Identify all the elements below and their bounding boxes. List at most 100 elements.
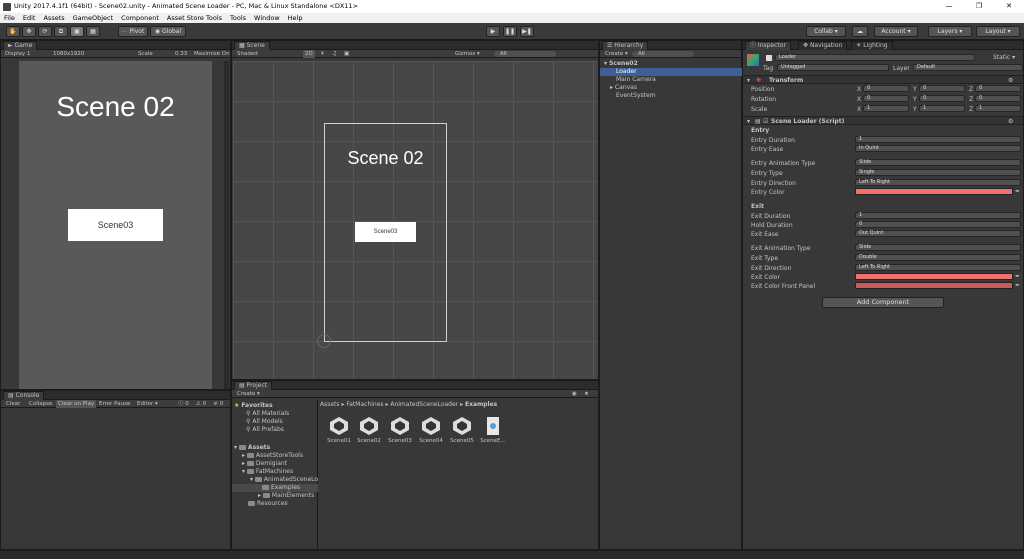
active-checkbox[interactable] bbox=[766, 55, 772, 61]
pos-y-field[interactable]: 0 bbox=[919, 85, 965, 92]
exit-type-dropdown[interactable]: Double bbox=[855, 254, 1021, 261]
script-settings-icon[interactable]: ⚙ bbox=[1008, 118, 1013, 125]
game-scrollbar[interactable] bbox=[224, 61, 229, 389]
global-toggle[interactable]: ◉ Global bbox=[150, 26, 186, 37]
scene-search-input[interactable]: All bbox=[494, 51, 556, 57]
hierarchy-item-main-camera[interactable]: Main Camera bbox=[600, 76, 742, 84]
fav-all-materials[interactable]: ⚲ All Materials bbox=[246, 410, 289, 418]
hierarchy-create-dropdown[interactable]: Create ▾ bbox=[605, 50, 628, 58]
layers-dropdown[interactable]: Layers ▾ bbox=[928, 26, 972, 37]
entry-eyedropper-icon[interactable]: ✒ bbox=[1015, 188, 1020, 195]
folder-fatmachines[interactable]: ▾ FatMachines bbox=[242, 468, 293, 476]
tab-hierarchy[interactable]: ☰ Hierarchy bbox=[602, 41, 649, 50]
play-button[interactable]: ▶ bbox=[486, 26, 500, 37]
gizmos-dropdown[interactable]: Gizmos ▾ bbox=[455, 50, 480, 58]
scene-view[interactable]: Scene 02 Scene03 bbox=[233, 61, 598, 379]
entry-type-dropdown[interactable]: Single bbox=[855, 169, 1021, 176]
rot-x-field[interactable]: 0 bbox=[863, 95, 909, 102]
hierarchy-item-eventsystem[interactable]: EventSystem bbox=[600, 92, 742, 100]
menu-assets[interactable]: Assets bbox=[39, 13, 68, 23]
asset-scene01[interactable]: Scene01 bbox=[326, 416, 352, 444]
move-tool-icon[interactable]: ✥ bbox=[22, 26, 36, 37]
maximize-on-play[interactable]: Maximize On bbox=[194, 50, 230, 58]
rect-tool-icon[interactable]: ▣ bbox=[70, 26, 84, 37]
asset-scene05[interactable]: Scene05 bbox=[449, 416, 475, 444]
asset-scene02[interactable]: Scene02 bbox=[356, 416, 382, 444]
assets-folder[interactable]: ▾ Assets bbox=[234, 444, 270, 452]
exit-duration-field[interactable]: 1 bbox=[855, 212, 1021, 219]
add-component-button[interactable]: Add Component bbox=[822, 297, 944, 308]
menu-tools[interactable]: Tools bbox=[226, 13, 250, 23]
game-view[interactable]: Scene 02 Scene03 bbox=[19, 61, 212, 389]
console-collapse-button[interactable]: Collapse bbox=[29, 400, 52, 408]
hierarchy-item-loader[interactable]: Loader bbox=[600, 68, 742, 76]
script-header[interactable]: ▾ ▤ ☑ Scene Loader (Script) ⚙ bbox=[743, 116, 1023, 125]
folder-mainelements[interactable]: ▸ MainElements bbox=[258, 492, 314, 500]
entry-direction-dropdown[interactable]: Left To Right bbox=[855, 179, 1021, 186]
pause-button[interactable]: ❚❚ bbox=[503, 26, 517, 37]
breadcrumb-examples[interactable]: Examples bbox=[465, 401, 497, 408]
rot-y-field[interactable]: 0 bbox=[919, 95, 965, 102]
static-toggle[interactable]: Static ▾ bbox=[993, 54, 1015, 61]
audio-icon[interactable]: ♫ bbox=[332, 50, 337, 58]
asset-scene04[interactable]: Scene04 bbox=[418, 416, 444, 444]
layout-dropdown[interactable]: Layout ▾ bbox=[976, 26, 1020, 37]
entry-ease-dropdown[interactable]: In Quint bbox=[855, 145, 1021, 152]
scale-tool-icon[interactable]: ⧉ bbox=[54, 26, 68, 37]
resolution-dropdown[interactable]: 1080x1920 bbox=[53, 50, 84, 58]
breadcrumb-fatmachines[interactable]: FatMachines bbox=[346, 401, 383, 408]
project-create-dropdown[interactable]: Create ▾ bbox=[237, 390, 260, 398]
tab-console[interactable]: ▤ Console bbox=[3, 391, 45, 400]
entry-duration-field[interactable]: 1 bbox=[855, 136, 1021, 143]
exit-color-field[interactable] bbox=[855, 273, 1013, 280]
pivot-toggle[interactable]: — Pivot bbox=[118, 26, 148, 37]
game-scene03-button[interactable]: Scene03 bbox=[68, 209, 163, 241]
restore-icon[interactable]: ❐ bbox=[964, 0, 994, 13]
favorites-folder[interactable]: ★ Favorites bbox=[234, 402, 273, 410]
object-name-field[interactable]: Loader bbox=[775, 54, 975, 61]
tab-game[interactable]: ► Game bbox=[3, 41, 38, 50]
hierarchy-search-input[interactable]: All bbox=[632, 51, 694, 57]
menu-help[interactable]: Help bbox=[284, 13, 307, 23]
exit-eyedropper-icon[interactable]: ✒ bbox=[1015, 273, 1020, 280]
step-button[interactable]: ▶❚ bbox=[520, 26, 534, 37]
pos-z-field[interactable]: 0 bbox=[975, 85, 1021, 92]
hold-duration-field[interactable]: 0 bbox=[855, 221, 1021, 228]
scale-x-field[interactable]: 1 bbox=[863, 105, 909, 112]
front-eyedropper-icon[interactable]: ✒ bbox=[1015, 282, 1020, 289]
pos-x-field[interactable]: 0 bbox=[863, 85, 909, 92]
exit-ease-dropdown[interactable]: Out Quint bbox=[855, 230, 1021, 237]
rotate-tool-icon[interactable]: ⟳ bbox=[38, 26, 52, 37]
console-clear-on-play-button[interactable]: Clear on Play bbox=[56, 400, 97, 408]
menu-window[interactable]: Window bbox=[250, 13, 284, 23]
scene-scene03-button[interactable]: Scene03 bbox=[355, 222, 416, 242]
close-icon[interactable]: ✕ bbox=[994, 0, 1024, 13]
asset-scene-extra[interactable]: SceneE... bbox=[480, 416, 506, 444]
exit-anim-type-dropdown[interactable]: Slide bbox=[855, 244, 1021, 251]
effects-icon[interactable]: ▣ bbox=[344, 50, 349, 58]
console-clear-button[interactable]: Clear bbox=[6, 400, 20, 408]
menu-file[interactable]: File bbox=[0, 13, 19, 23]
exit-direction-dropdown[interactable]: Left To Right bbox=[855, 264, 1021, 271]
menu-component[interactable]: Component bbox=[117, 13, 163, 23]
account-dropdown[interactable]: Account ▾ bbox=[874, 26, 918, 37]
tab-project[interactable]: ▤ Project bbox=[234, 381, 273, 390]
fav-all-models[interactable]: ⚲ All Models bbox=[246, 418, 283, 426]
2d-toggle[interactable]: 2D bbox=[303, 50, 315, 58]
tag-dropdown[interactable]: Untagged bbox=[777, 64, 889, 71]
layer-dropdown[interactable]: Default bbox=[913, 64, 1023, 71]
shaded-dropdown[interactable]: Shaded bbox=[237, 50, 258, 58]
entry-color-field[interactable] bbox=[855, 188, 1013, 195]
rot-z-field[interactable]: 0 bbox=[975, 95, 1021, 102]
transform-settings-icon[interactable]: ⚙ bbox=[1008, 77, 1013, 84]
tab-lighting[interactable]: ☀ Lighting bbox=[851, 41, 893, 50]
project-star-icon[interactable]: ★ bbox=[584, 390, 589, 398]
exit-front-color-field[interactable] bbox=[855, 282, 1013, 289]
entry-anim-type-dropdown[interactable]: Slide bbox=[855, 159, 1021, 166]
scale-value[interactable]: 0.33 bbox=[175, 50, 187, 58]
menu-edit[interactable]: Edit bbox=[19, 13, 40, 23]
console-info-count[interactable]: ⓘ 0 bbox=[178, 400, 189, 408]
display-dropdown[interactable]: Display 1 bbox=[5, 50, 31, 58]
breadcrumb-animatedsceneloader[interactable]: AnimatedSceneLoader bbox=[390, 401, 458, 408]
collab-button[interactable]: Collab ▾ bbox=[806, 26, 846, 37]
